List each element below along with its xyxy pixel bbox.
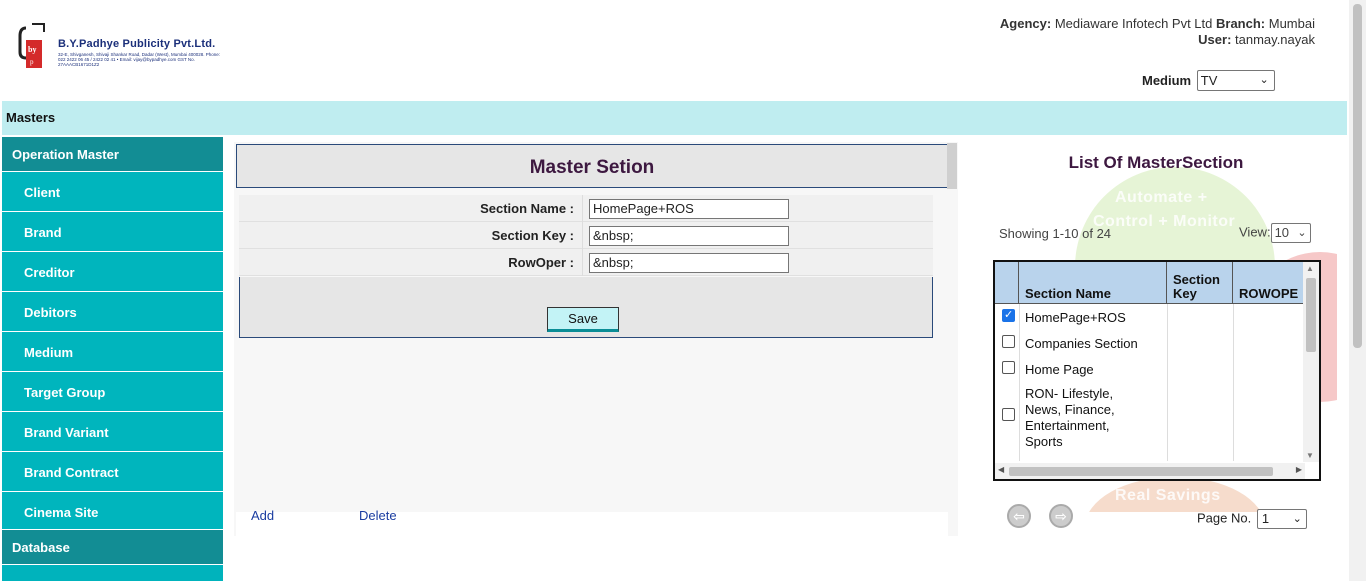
medium-value: TV — [1200, 73, 1218, 88]
save-area: Save — [239, 277, 933, 338]
section-key-input[interactable]: &nbsp; — [589, 226, 789, 246]
title-shadow — [947, 143, 957, 189]
page-selector: Page No. 1 ⌄ — [1197, 509, 1307, 529]
sidebar-item-brand-variant[interactable]: Brand Variant — [2, 412, 223, 452]
view-selector: View: 10 ⌄ — [1239, 223, 1311, 243]
page-label: Page No. — [1197, 510, 1252, 526]
svg-text:by: by — [28, 45, 36, 54]
sidebar-item-client[interactable]: Client — [2, 172, 223, 212]
rowoper-label: RowOper : — [239, 249, 583, 276]
scroll-thumb[interactable] — [1306, 278, 1316, 352]
form-panel: Master Setion Section Name : HomePage+RO… — [234, 142, 958, 536]
window-scroll-thumb[interactable] — [1353, 4, 1362, 348]
grid-horizontal-scrollbar[interactable]: ◀ ▶ — [995, 463, 1305, 479]
agency-info: Agency: Mediaware Infotech Pvt Ltd Branc… — [1000, 16, 1315, 48]
table-row[interactable]: HomePage+ROS — [995, 308, 1305, 332]
delete-link[interactable]: Delete — [359, 508, 397, 523]
sidebar-item-creditor[interactable]: Creditor — [2, 252, 223, 292]
row-checkbox[interactable] — [1002, 361, 1015, 374]
agency-value: Mediaware Infotech Pvt Ltd — [1054, 16, 1213, 31]
medium-select[interactable]: TV ⌄ — [1196, 70, 1275, 91]
add-link[interactable]: Add — [251, 508, 274, 523]
sidebar-heading-operation-master[interactable]: Operation Master — [2, 137, 223, 172]
list-title: List Of MasterSection — [1068, 153, 1244, 172]
chevron-down-icon: ⌄ — [1292, 513, 1302, 525]
page-value: 1 — [1261, 511, 1270, 526]
scroll-left-icon[interactable]: ◀ — [998, 465, 1004, 474]
view-label: View: — [1239, 224, 1271, 240]
medium-label: Medium — [1142, 73, 1192, 88]
company-address: 32-E, Shivganesh, Shivaji Shankar Road, … — [58, 52, 221, 67]
user-label: User: — [1198, 32, 1232, 47]
sidebar-item-target-group[interactable]: Target Group — [2, 372, 223, 412]
masters-bar: Masters — [2, 101, 1347, 135]
list-panel: Automate + Control + Monitor Real Saving… — [975, 142, 1337, 512]
window-scrollbar[interactable] — [1349, 0, 1366, 581]
sidebar-item-brand[interactable]: Brand — [2, 212, 223, 252]
form-title-box: Master Setion — [236, 143, 957, 189]
view-value: 10 — [1274, 225, 1290, 240]
logo-icon: by p — [18, 23, 45, 68]
section-name-label: Section Name : — [239, 195, 583, 222]
form-title: Master Setion — [529, 157, 655, 178]
form-row-section-key: Section Key : &nbsp; — [239, 222, 933, 249]
row-section-name: Companies Section — [1025, 336, 1138, 351]
form-row-rowoper: RowOper : &nbsp; — [239, 249, 933, 276]
scroll-thumb[interactable] — [1009, 467, 1273, 476]
page-select[interactable]: 1 ⌄ — [1256, 509, 1307, 529]
sidebar-heading-database[interactable]: Database — [2, 530, 223, 565]
form-table: Section Name : HomePage+ROS Section Key … — [239, 195, 933, 276]
row-checkbox[interactable] — [1002, 335, 1015, 348]
scroll-down-icon[interactable]: ▼ — [1306, 451, 1314, 460]
sidebar-item-medium[interactable]: Medium — [2, 332, 223, 372]
row-checkbox[interactable] — [1002, 408, 1015, 421]
grid-header: Section Name Section Key ROWOPE — [995, 262, 1305, 304]
branch-label: Branch: — [1216, 16, 1266, 31]
sidebar: Operation Master Client Brand Creditor D… — [2, 137, 223, 581]
user-value: tanmay.nayak — [1235, 32, 1315, 47]
grid-header-select — [995, 262, 1019, 304]
grid-header-section-key[interactable]: Section Key — [1167, 262, 1233, 304]
section-name-input[interactable]: HomePage+ROS — [589, 199, 789, 219]
section-key-label: Section Key : — [239, 222, 583, 249]
watermark-text: Real Savings — [1115, 487, 1221, 504]
sidebar-item-cinema-site[interactable]: Cinema Site — [2, 492, 223, 530]
section-grid: Section Name Section Key ROWOPE HomePage… — [993, 260, 1321, 481]
svg-text:p: p — [30, 58, 34, 66]
row-section-name: RON- Lifestyle, News, Finance, Entertain… — [1025, 386, 1115, 449]
table-row[interactable]: Companies Section — [995, 334, 1305, 358]
masters-label: Masters — [6, 110, 56, 125]
watermark-text: Automate + — [1115, 189, 1208, 206]
next-page-icon[interactable]: ⇨ — [1049, 504, 1073, 528]
branch-value: Mumbai — [1268, 16, 1315, 31]
page: by p B.Y.Padhye Publicity Pvt.Ltd. 32-E,… — [0, 0, 1366, 581]
header: by p B.Y.Padhye Publicity Pvt.Ltd. 32-E,… — [0, 0, 1349, 101]
scroll-up-icon[interactable]: ▲ — [1306, 264, 1314, 273]
rowoper-input[interactable]: &nbsp; — [589, 253, 789, 273]
view-select[interactable]: 10 ⌄ — [1270, 223, 1311, 243]
form-row-section-name: Section Name : HomePage+ROS — [239, 195, 933, 222]
table-row[interactable]: RON- Lifestyle, News, Finance, Entertain… — [995, 386, 1305, 454]
grid-header-section-name[interactable]: Section Name — [1019, 262, 1167, 304]
agency-label: Agency: — [999, 16, 1052, 31]
company-logo: by p B.Y.Padhye Publicity Pvt.Ltd. 32-E,… — [18, 22, 220, 72]
medium-selector: Medium TV ⌄ — [1142, 70, 1275, 91]
showing-count: Showing 1-10 of 24 — [999, 226, 1112, 241]
grid-vertical-scrollbar[interactable]: ▲ ▼ — [1303, 262, 1319, 462]
prev-page-icon[interactable]: ⇦ — [1007, 504, 1031, 528]
table-row[interactable]: Home Page — [995, 360, 1305, 384]
row-section-name: HomePage+ROS — [1025, 310, 1126, 325]
chevron-down-icon: ⌄ — [1297, 227, 1307, 239]
row-checkbox[interactable] — [1002, 308, 1015, 322]
save-button[interactable]: Save — [547, 307, 619, 332]
grid-header-rowoper[interactable]: ROWOPE — [1233, 262, 1305, 304]
company-name: B.Y.Padhye Publicity Pvt.Ltd. — [58, 38, 216, 50]
sidebar-item-brand-contract[interactable]: Brand Contract — [2, 452, 223, 492]
chevron-down-icon: ⌄ — [1259, 74, 1269, 86]
row-section-name: Home Page — [1025, 362, 1094, 377]
scroll-right-icon[interactable]: ▶ — [1296, 465, 1302, 474]
watermark-text: Control + Monitor — [1093, 213, 1236, 230]
form-footer — [236, 512, 948, 536]
sidebar-item-debitors[interactable]: Debitors — [2, 292, 223, 332]
